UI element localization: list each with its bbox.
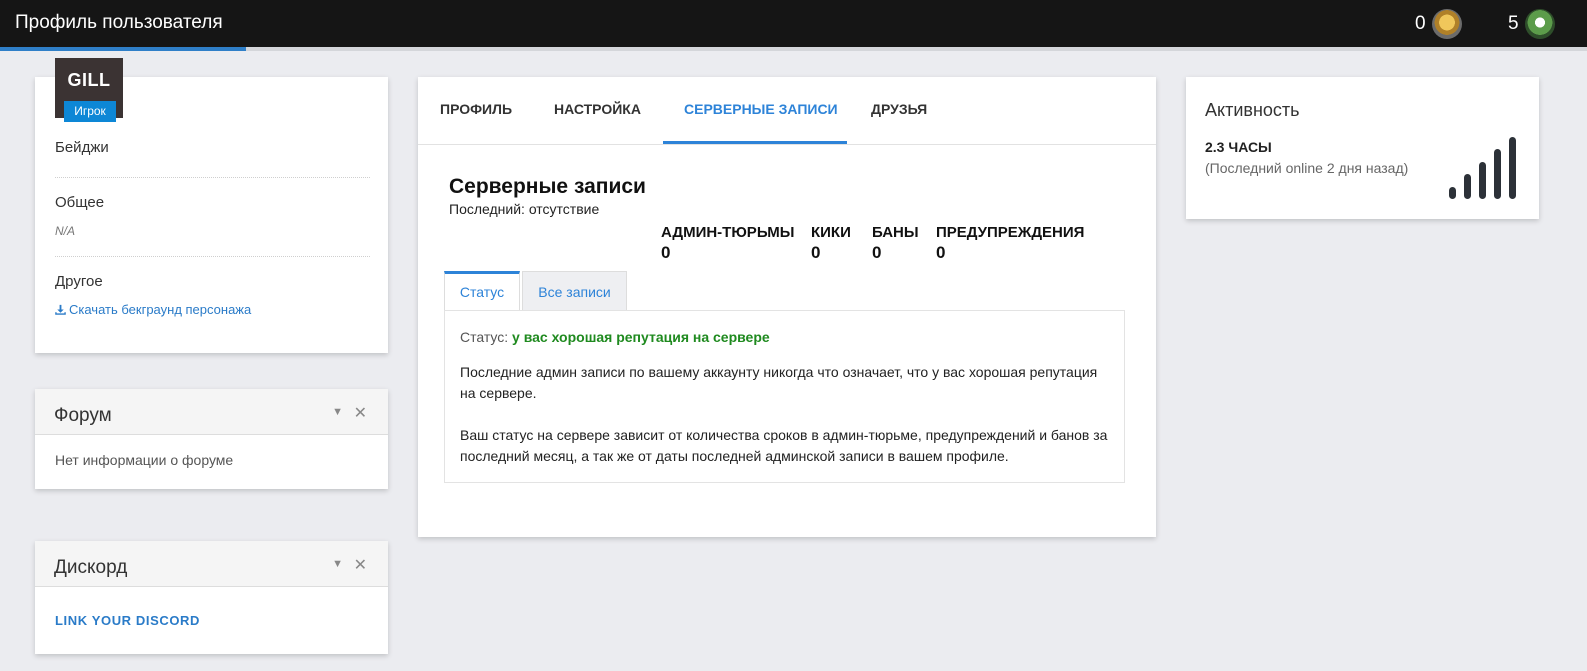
stat-bans: БАНЫ 0	[872, 224, 919, 263]
forum-info: Нет информации о форуме	[55, 452, 234, 468]
stat-value: 0	[872, 243, 882, 262]
download-link-label: Скачать бекграунд персонажа	[69, 302, 252, 317]
signal-bar	[1449, 186, 1456, 199]
character-count: 5	[1508, 13, 1519, 34]
forum-widget-header: Форум ▼ ✕	[35, 389, 388, 435]
badges-label: Бейджи	[55, 139, 109, 156]
discord-widget: Дискорд ▼ ✕ LINK YOUR DISCORD	[35, 541, 388, 654]
close-icon[interactable]: ✕	[354, 403, 367, 423]
divider	[55, 256, 370, 257]
activity-hours: 2.3 ЧАСЫ	[1205, 139, 1272, 155]
subtab-all-records[interactable]: Все записи	[522, 271, 627, 311]
signal-bar	[1464, 174, 1471, 199]
top-bar: Профиль пользователя 0 5	[0, 0, 1587, 47]
page-progress-bar	[0, 47, 1587, 51]
stat-value: 0	[661, 243, 671, 262]
gold-badge-icon	[1431, 9, 1462, 39]
divider	[55, 177, 370, 178]
active-tab-indicator	[663, 141, 847, 144]
activity-title: Активность	[1205, 100, 1300, 120]
status-panel: Статус: у вас хорошая репутация на серве…	[444, 310, 1125, 483]
green-character-icon	[1524, 9, 1555, 39]
general-value: N/A	[55, 224, 76, 238]
status-paragraph-2: Ваш статус на сервере зависит от количес…	[460, 427, 1108, 464]
signal-bar	[1509, 137, 1516, 199]
download-background-link[interactable]: Скачать бекграунд персонажа	[55, 302, 251, 317]
badge-count: 0	[1415, 13, 1426, 34]
records-last: Последний: отсутствие	[449, 201, 600, 217]
profile-tabs: ПРОФИЛЬ НАСТРОЙКА СЕРВЕРНЫЕ ЗАПИСИ ДРУЗЬ…	[418, 77, 1156, 145]
main-card: ПРОФИЛЬ НАСТРОЙКА СЕРВЕРНЫЕ ЗАПИСИ ДРУЗЬ…	[418, 77, 1156, 537]
close-icon[interactable]: ✕	[354, 555, 367, 575]
status-line: Статус: у вас хорошая репутация на серве…	[460, 329, 770, 345]
tab-friends[interactable]: ДРУЗЬЯ	[871, 101, 927, 117]
link-discord-link[interactable]: LINK YOUR DISCORD	[55, 613, 200, 628]
status-paragraph-1: Последние админ записи по вашему аккаунт…	[460, 364, 1098, 401]
stat-label: КИКИ	[811, 224, 851, 241]
status-prefix: Статус:	[460, 329, 509, 345]
stat-value: 0	[811, 243, 821, 262]
avatar: GILL Игрок	[55, 58, 123, 122]
stat-label: АДМИН-ТЮРЬМЫ	[661, 224, 795, 241]
character-counter[interactable]: 5	[1508, 9, 1555, 39]
stat-value: 0	[936, 243, 946, 262]
general-label: Общее	[55, 194, 105, 211]
role-badge: Игрок	[64, 101, 116, 122]
stat-label: БАНЫ	[872, 224, 919, 241]
download-icon	[55, 304, 66, 315]
activity-signal-icon	[1449, 137, 1521, 199]
collapse-caret-icon[interactable]: ▼	[332, 558, 343, 570]
stat-label: ПРЕДУПРЕЖДЕНИЯ	[936, 224, 1085, 241]
stat-admin-jails: АДМИН-ТЮРЬМЫ 0	[661, 224, 794, 263]
tab-settings[interactable]: НАСТРОЙКА	[554, 101, 641, 117]
status-value: у вас хорошая репутация на сервере	[512, 329, 770, 345]
tab-profile[interactable]: ПРОФИЛЬ	[440, 101, 512, 117]
badge-counter[interactable]: 0	[1415, 9, 1462, 39]
avatar-name: GILL	[67, 70, 111, 90]
stat-kicks: КИКИ 0	[811, 224, 851, 263]
other-label: Другое	[55, 273, 103, 290]
signal-bar	[1479, 161, 1486, 199]
forum-widget-title: Форум	[54, 405, 112, 426]
signal-bar	[1494, 149, 1501, 199]
collapse-caret-icon[interactable]: ▼	[332, 406, 343, 418]
activity-last-online: (Последний online 2 дня назад)	[1205, 160, 1409, 176]
page-title: Профиль пользователя	[15, 12, 223, 33]
records-title: Серверные записи	[449, 175, 646, 198]
forum-widget: Форум ▼ ✕ Нет информации о форуме	[35, 389, 388, 489]
activity-card: Активность 2.3 ЧАСЫ (Последний online 2 …	[1186, 77, 1539, 219]
stat-warnings: ПРЕДУПРЕЖДЕНИЯ 0	[936, 224, 1084, 263]
discord-widget-header: Дискорд ▼ ✕	[35, 541, 388, 587]
page-progress-fill	[0, 47, 246, 51]
tab-server-records[interactable]: СЕРВЕРНЫЕ ЗАПИСИ	[684, 101, 838, 117]
discord-widget-title: Дискорд	[54, 557, 128, 578]
subtab-status[interactable]: Статус	[444, 271, 520, 311]
